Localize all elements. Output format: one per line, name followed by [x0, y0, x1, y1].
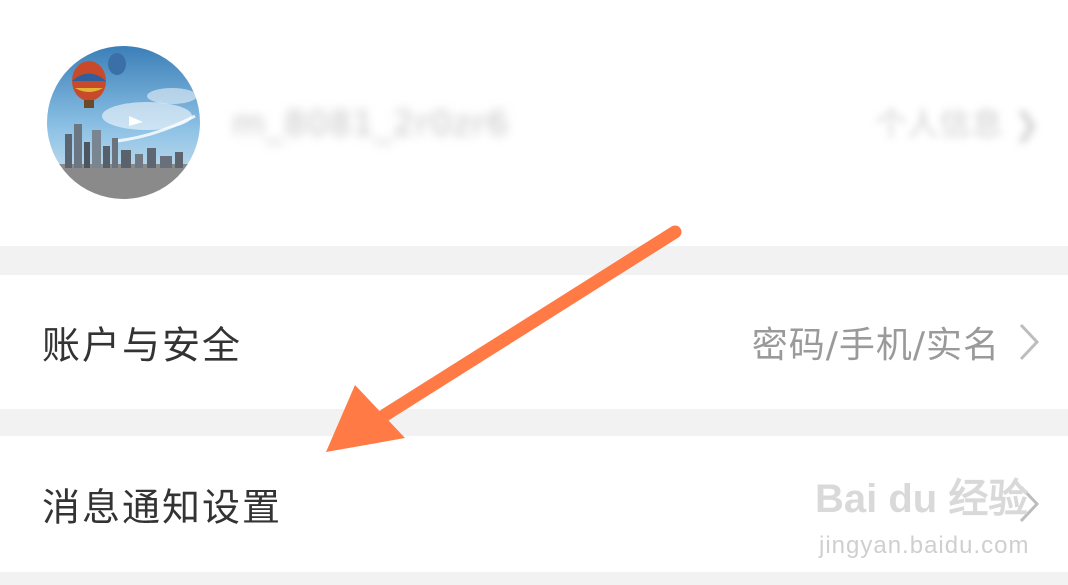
row-label: 消息通知设置 — [42, 485, 283, 530]
section-divider — [0, 409, 1068, 436]
settings-row-account-security[interactable]: 账户与安全 密码/手机/实名 — [0, 275, 1068, 409]
chevron-right-icon — [1019, 485, 1040, 523]
personal-info-label: 个人信息 — [875, 105, 1004, 143]
personal-info-link[interactable]: 个人信息 ❯ — [875, 101, 1040, 147]
section-divider — [0, 246, 1068, 275]
section-divider — [0, 572, 1068, 585]
chevron-right-icon: ❯ — [1013, 105, 1040, 143]
chevron-right-icon — [1019, 323, 1040, 361]
row-label: 账户与安全 — [42, 323, 243, 368]
row-value: 密码/手机/实名 — [751, 325, 1000, 366]
settings-row-notification[interactable]: 消息通知设置 — [0, 436, 1068, 572]
username: m_8081_2r0zr6 — [232, 104, 510, 144]
avatar[interactable] — [47, 46, 200, 199]
profile-row[interactable]: m_8081_2r0zr6 个人信息 ❯ — [0, 0, 1068, 246]
